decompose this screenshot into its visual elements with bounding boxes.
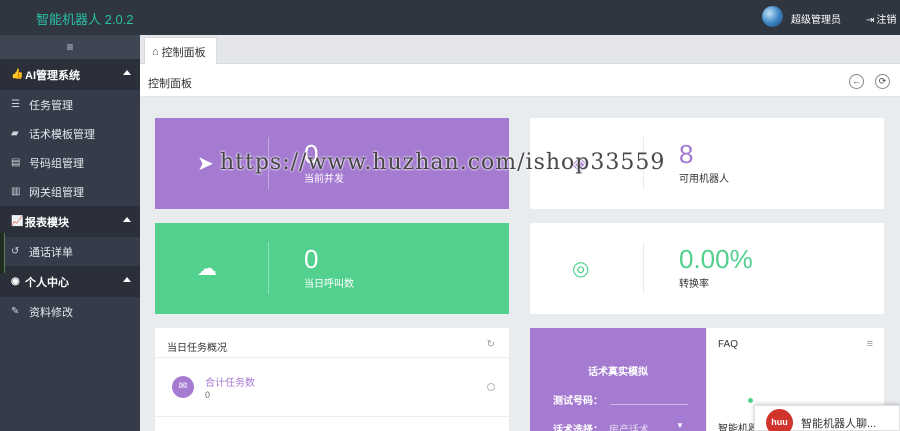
tab-label: 控制面板 xyxy=(161,46,206,59)
refresh-icon: ⟳ xyxy=(878,76,887,86)
task-overview-panel: 当日任务概况 ↻ ✉ 合计任务数 0 xyxy=(155,328,509,431)
stat-card-conversion: ◎ 0.00% 转换率 xyxy=(530,223,884,314)
sidebar-item-tasks[interactable]: ☰ 任务管理 xyxy=(0,90,140,119)
menu-icon[interactable]: ≡ xyxy=(867,338,873,350)
sidebar-group-label: 个人中心 xyxy=(25,276,69,289)
watermark-text: https://www.huzhan.com/ishop33559 xyxy=(220,150,666,175)
sidebar-item-label: 任务管理 xyxy=(29,99,73,112)
admin-name[interactable]: 超级管理员 xyxy=(791,11,841,26)
divider xyxy=(155,357,509,358)
stat-label: 转换率 xyxy=(679,279,709,290)
panel-header: 控制面板 ← ⟳ xyxy=(140,64,900,97)
history-icon: ↺ xyxy=(11,246,20,257)
script-select[interactable]: 房产话术 xyxy=(609,421,649,431)
simulation-title: 话术真实模拟 xyxy=(588,367,648,378)
sidebar-group-label: 报表模块 xyxy=(25,216,69,229)
app-brand[interactable]: 智能机器人 2.0.2 xyxy=(36,9,134,28)
book-icon: ▰ xyxy=(11,128,19,139)
card-divider xyxy=(643,242,644,294)
back-button[interactable]: ← xyxy=(849,74,864,89)
side-drag-handle[interactable] xyxy=(0,233,5,273)
sidebar-group-ai[interactable]: 👍 AI管理系统 xyxy=(0,59,140,90)
refresh-icon[interactable]: ↻ xyxy=(487,339,495,350)
card-divider xyxy=(268,242,269,294)
sidebar-item-label: 网关组管理 xyxy=(29,186,84,199)
script-simulation-panel: 话术真实模拟 测试号码： 话术选择： 房产话术 ▼ xyxy=(530,328,706,431)
faq-title: FAQ xyxy=(718,339,739,350)
task-total-value: 0 xyxy=(205,390,211,400)
chevron-up-icon xyxy=(123,277,131,282)
edit-icon: ✎ xyxy=(11,306,20,317)
refresh-button[interactable]: ⟳ xyxy=(875,74,890,89)
task-total-label[interactable]: 合计任务数 xyxy=(205,374,255,389)
sidebar-toggle-button[interactable]: ≡ xyxy=(0,35,140,59)
sidebar-item-templates[interactable]: ▰ 话术模板管理 xyxy=(0,119,140,148)
avatar[interactable] xyxy=(762,6,783,27)
sidebar-group-label: AI管理系统 xyxy=(25,69,80,82)
paper-plane-icon: ➤ xyxy=(197,153,214,175)
sidebar-item-label: 号码组管理 xyxy=(29,157,84,170)
hamburger-icon: ≡ xyxy=(66,40,74,54)
chevron-up-icon xyxy=(123,70,131,75)
card-icon: ▤ xyxy=(11,157,21,168)
sidebar-group-reports[interactable]: 📈 报表模块 xyxy=(0,206,140,237)
faq-text: 智能机器 xyxy=(718,424,758,431)
inbox-icon: ✉ xyxy=(172,376,194,398)
logout-label: 注销 xyxy=(876,15,897,26)
chat-logo: huu xyxy=(766,409,793,431)
chevron-up-icon xyxy=(123,217,131,222)
chat-label: 智能机器人聊... xyxy=(801,418,877,430)
logout-button[interactable]: ⇥ 注销 xyxy=(866,11,896,26)
divider xyxy=(155,416,509,417)
sidebar-item-gateway-groups[interactable]: ▥ 网关组管理 xyxy=(0,177,140,206)
phone-input[interactable] xyxy=(610,404,688,405)
sidebar-group-personal[interactable]: ◉ 个人中心 xyxy=(0,266,140,297)
logout-icon: ⇥ xyxy=(866,15,875,26)
arrow-left-icon: ← xyxy=(852,76,861,86)
status-dot xyxy=(748,398,753,403)
page-title: 控制面板 xyxy=(148,78,192,90)
stat-label: 当日呼叫数 xyxy=(304,279,354,290)
stat-label: 可用机器人 xyxy=(679,174,729,185)
tab-bar: ⌂ 控制面板 xyxy=(140,35,900,65)
sidebar-item-label: 话术模板管理 xyxy=(29,128,95,141)
sidebar-item-call-details[interactable]: ↺ 通话详单 xyxy=(0,237,140,266)
thumbs-up-icon: 👍 xyxy=(11,69,24,80)
chat-widget[interactable]: huu 智能机器人聊... xyxy=(754,405,900,431)
user-icon: ◉ xyxy=(11,276,20,287)
chevron-down-icon[interactable]: ▼ xyxy=(676,421,684,430)
chart-icon: 📈 xyxy=(11,216,24,227)
stat-value: 0 xyxy=(304,244,319,274)
sidebar-item-label: 资料修改 xyxy=(29,306,73,319)
sidebar-item-edit-profile[interactable]: ✎ 资料修改 xyxy=(0,297,140,326)
list-icon: ☰ xyxy=(11,99,20,110)
script-select-label: 话术选择： xyxy=(553,425,603,431)
map-icon: ▥ xyxy=(11,186,21,197)
tab-dashboard[interactable]: ⌂ 控制面板 xyxy=(144,37,217,65)
stat-value: 8 xyxy=(679,139,694,169)
sidebar-item-label: 通话详单 xyxy=(29,246,73,259)
stat-value: 0.00% xyxy=(679,244,753,274)
radio-icon[interactable] xyxy=(487,383,495,391)
sidebar: ≡ 👍 AI管理系统 ☰ 任务管理 ▰ 话术模板管理 ▤ 号码组管理 ▥ 网关组… xyxy=(0,35,140,431)
task-overview-title: 当日任务概况 xyxy=(167,343,227,354)
target-icon: ◎ xyxy=(572,258,590,280)
top-bar: 智能机器人 2.0.2 超级管理员 ⇥ 注销 xyxy=(0,0,900,35)
stat-card-calls: ☁ 0 当日呼叫数 xyxy=(155,223,509,314)
cloud-upload-icon: ☁ xyxy=(197,258,217,280)
phone-label: 测试号码： xyxy=(553,396,603,407)
home-icon: ⌂ xyxy=(152,45,159,58)
sidebar-item-number-groups[interactable]: ▤ 号码组管理 xyxy=(0,148,140,177)
